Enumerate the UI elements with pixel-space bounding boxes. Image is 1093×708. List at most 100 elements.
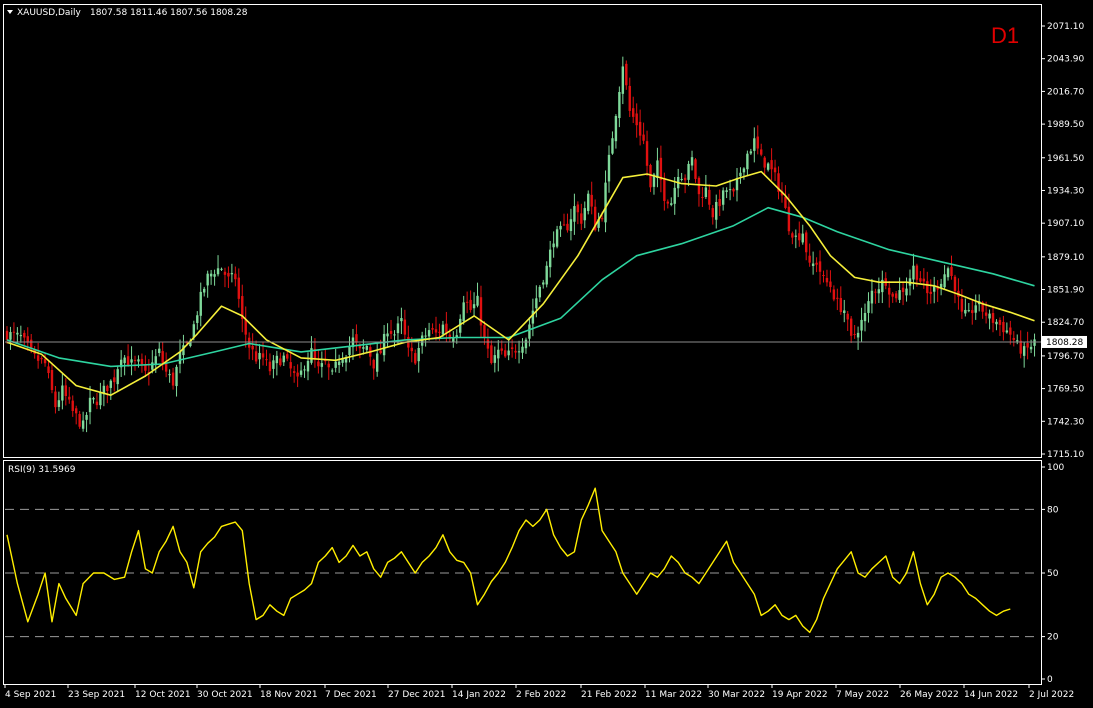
candle — [220, 267, 223, 271]
candle — [74, 405, 78, 425]
candle — [469, 290, 472, 313]
candle-body — [431, 328, 434, 330]
candle — [901, 281, 905, 306]
candle-body — [414, 353, 417, 364]
candle-body — [19, 335, 23, 337]
candle-body — [901, 287, 905, 293]
candle — [542, 279, 545, 289]
candle-body — [545, 265, 548, 285]
candle-body — [275, 355, 279, 364]
candle — [946, 266, 950, 281]
candle-body — [829, 281, 832, 288]
candle-body — [690, 157, 694, 166]
candle — [427, 322, 431, 341]
candle — [801, 224, 804, 245]
candle — [289, 351, 292, 377]
candle — [92, 396, 95, 404]
candle — [1026, 331, 1029, 360]
candle — [400, 307, 403, 335]
candle-body — [16, 332, 19, 335]
price-tick-label: 2071.10 — [1047, 22, 1084, 32]
candle-body — [756, 136, 759, 149]
candle-body — [645, 141, 649, 166]
candle — [898, 277, 901, 303]
candle-body — [140, 358, 144, 365]
candle — [417, 339, 420, 373]
candle — [659, 145, 663, 193]
candle — [735, 168, 739, 202]
price-tick-label: 1851.90 — [1047, 286, 1084, 296]
candle-body — [227, 272, 230, 277]
candle-body — [171, 372, 175, 386]
candle — [991, 306, 995, 333]
candle — [628, 77, 631, 118]
candle — [995, 319, 998, 331]
candle-body — [317, 361, 320, 367]
candle — [389, 319, 393, 339]
candle — [590, 181, 593, 215]
candle-body — [30, 339, 33, 348]
candle — [1022, 341, 1026, 368]
candle — [158, 341, 161, 357]
candle — [497, 340, 500, 372]
candle-body — [721, 190, 725, 205]
candle — [670, 197, 673, 207]
candle — [1033, 333, 1036, 357]
candle-body — [680, 178, 683, 180]
candle — [559, 221, 562, 237]
candle — [953, 274, 957, 304]
candle — [234, 266, 237, 287]
candle-body — [379, 350, 382, 354]
candle — [715, 194, 718, 229]
candle — [891, 292, 894, 303]
candle — [95, 393, 99, 410]
candle-body — [1022, 346, 1026, 356]
candle — [462, 295, 465, 325]
candle — [721, 187, 725, 211]
candle-body — [296, 372, 299, 377]
candle-body — [382, 333, 386, 356]
candle-body — [701, 196, 704, 198]
candle — [99, 382, 102, 410]
candle-body — [234, 273, 237, 280]
candle-body — [728, 189, 732, 191]
candle — [804, 230, 808, 261]
candle — [241, 284, 244, 333]
candle-body — [950, 266, 953, 276]
candle-body — [282, 355, 285, 363]
candle-body — [5, 330, 9, 340]
trading-chart[interactable]: XAUUSD,Daily 1807.58 1811.46 1807.56 180… — [0, 0, 1093, 708]
candle — [773, 159, 777, 181]
dropdown-triangle-icon[interactable] — [7, 10, 13, 14]
candle-body — [500, 348, 503, 351]
candle — [822, 270, 825, 283]
candle-body — [40, 358, 43, 360]
candle-body — [196, 315, 199, 323]
candle — [258, 344, 261, 370]
candle-body — [272, 360, 275, 369]
candle — [88, 385, 92, 425]
candle — [144, 355, 147, 378]
candle — [424, 327, 427, 347]
time-tick-label: 2 Jul 2022 — [1029, 690, 1074, 700]
candle-body — [279, 358, 282, 366]
candle-body — [213, 274, 216, 277]
price-tick-label: 1961.50 — [1047, 154, 1084, 164]
candle-body — [888, 287, 891, 295]
candle — [950, 255, 953, 280]
price-tick-label: 1715.10 — [1047, 450, 1084, 460]
candle — [1019, 330, 1022, 359]
time-tick-label: 27 Dec 2021 — [388, 690, 446, 700]
symbol-header[interactable]: XAUUSD,Daily 1807.58 1811.46 1807.56 180… — [7, 8, 248, 18]
candle — [50, 362, 54, 394]
candle-body — [375, 353, 379, 372]
candle — [576, 201, 580, 225]
candle-body — [583, 208, 586, 221]
candle — [728, 179, 732, 201]
candle-body — [666, 201, 670, 204]
candle — [320, 351, 324, 378]
candle-body — [659, 157, 663, 181]
candle — [960, 288, 964, 319]
candle-body — [292, 371, 296, 373]
candle — [331, 368, 334, 375]
